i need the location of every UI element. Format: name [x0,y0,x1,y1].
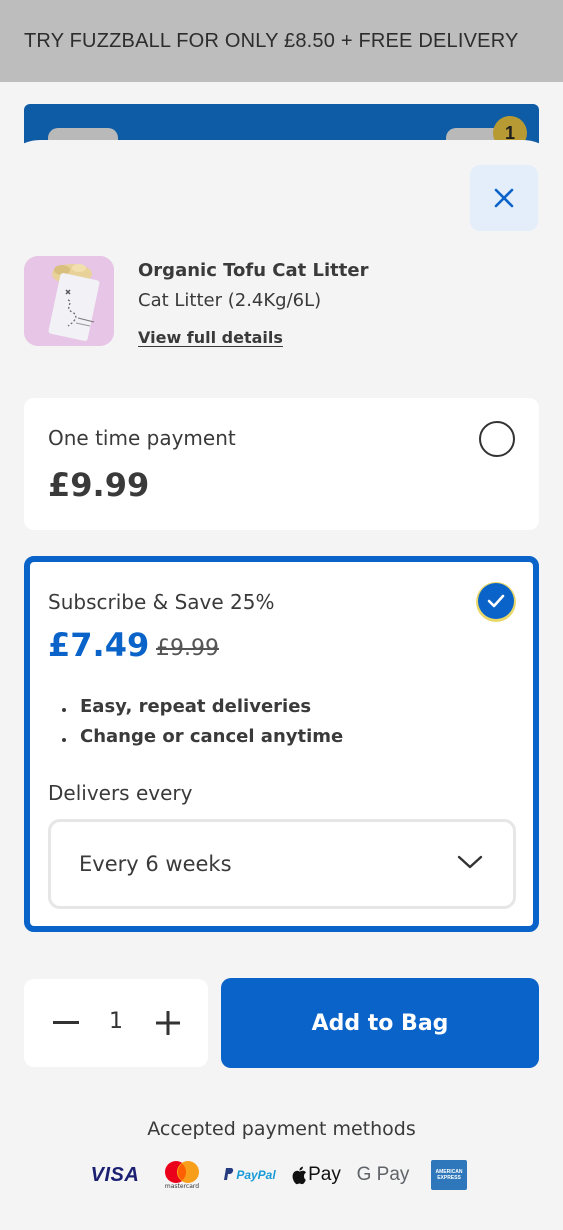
decrease-quantity-button[interactable] [52,1009,80,1037]
apple-pay-logo: Pay [290,1158,342,1192]
delivery-frequency-value: Every 6 weeks [79,852,232,876]
one-time-title: One time payment [48,426,236,450]
minus-icon [53,1021,79,1024]
quantity-value[interactable]: 1 [108,1009,124,1034]
original-price: £9.99 [156,636,219,661]
view-details-link[interactable]: View full details [138,328,283,347]
one-time-option[interactable]: One time payment £9.99 [24,398,539,530]
checkmark-icon [487,594,505,608]
product-name: Organic Tofu Cat Litter [138,260,369,281]
promo-banner: TRY FUZZBALL FOR ONLY £8.50 + FREE DELIV… [0,0,563,82]
quantity-stepper: 1 [24,979,208,1067]
increase-quantity-button[interactable] [154,1009,182,1037]
add-to-bag-button[interactable]: Add to Bag [221,978,539,1068]
delivery-frequency-select[interactable]: Every 6 weeks [48,819,516,909]
bullet-dot [62,708,66,712]
close-button[interactable] [470,165,538,231]
product-variant: Cat Litter (2.4Kg/6L) [138,290,322,311]
google-pay-logo: G Pay [356,1164,410,1185]
bullet-dot [62,738,66,742]
subscribe-option[interactable]: Subscribe & Save 25% £7.49 £9.99 Easy, r… [24,556,539,932]
one-time-price: £9.99 [48,466,150,504]
one-time-radio[interactable] [479,421,515,457]
paypal-logo: PayPal [222,1158,278,1192]
product-image [24,256,114,346]
benefit-item: Change or cancel anytime [80,726,344,747]
benefit-item: Easy, repeat deliveries [80,696,312,717]
subscribe-radio[interactable] [478,583,514,619]
close-icon [494,188,514,208]
amex-logo: AMERICAN EXPRESS [430,1158,468,1192]
payment-methods-label: Accepted payment methods [147,1118,416,1140]
chevron-down-icon [457,855,483,869]
delivery-frequency-label: Delivers every [48,781,193,805]
plus-icon [156,1011,180,1035]
mastercard-logo: mastercard [160,1158,204,1192]
subscribe-title: Subscribe & Save 25% [48,590,275,614]
visa-logo: VISA [90,1163,140,1186]
promo-text: TRY FUZZBALL FOR ONLY £8.50 + FREE DELIV… [24,29,519,52]
subscribe-price: £7.49 [48,626,150,664]
litter-bag-illustration [24,256,114,346]
